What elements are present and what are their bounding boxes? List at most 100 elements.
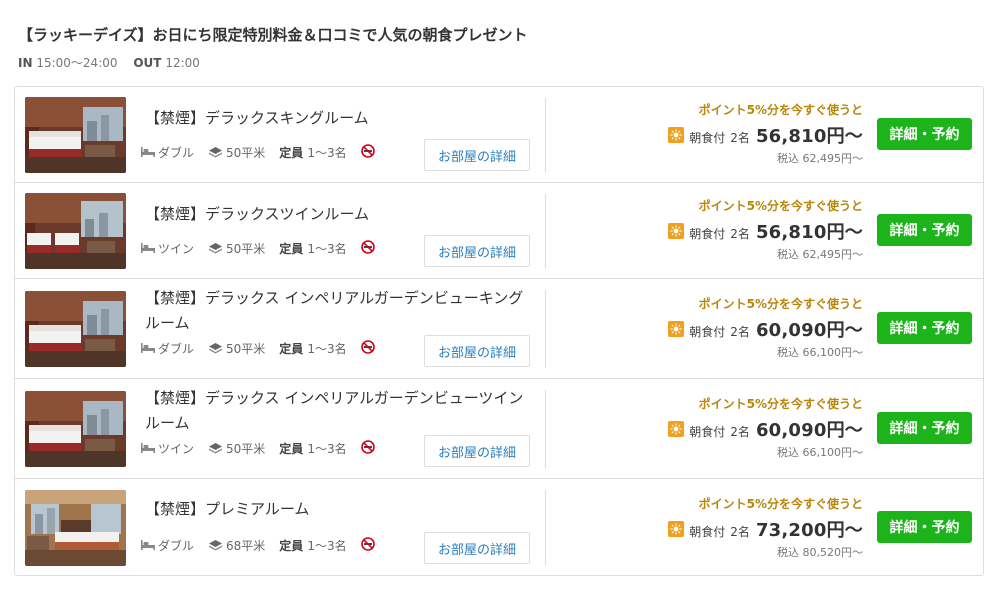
bed-type: ダブル	[158, 341, 195, 356]
checkout-label: OUT	[133, 56, 162, 70]
price-box: ポイント5%分を今すぐ使うと 朝食付 2名 56,810円〜 税込 62,495…	[563, 102, 863, 166]
divider	[545, 194, 546, 268]
checkin-label: IN	[18, 56, 33, 70]
room-name[interactable]: 【禁煙】デラックスキングルーム	[145, 106, 535, 131]
room-area: 50平米	[226, 441, 266, 456]
capacity-value: 1〜3名	[307, 441, 347, 456]
floor-area-icon	[209, 540, 223, 551]
room-name[interactable]: 【禁煙】デラックス インペリアルガーデンビューツインルーム	[145, 386, 535, 436]
room-photo[interactable]	[25, 97, 126, 173]
room-row: 【禁煙】プレミアルーム ダブル 68平米 定員 1〜3名 お部屋の詳細 ポイント5…	[15, 479, 983, 576]
price: 73,200円〜	[755, 520, 863, 541]
price-with-tax: 税込 66,100円〜	[777, 446, 863, 459]
price: 60,090円〜	[755, 420, 863, 441]
bed-icon	[141, 443, 155, 453]
room-detail-button[interactable]: お部屋の詳細	[424, 235, 530, 267]
capacity-value: 1〜3名	[307, 341, 347, 356]
room-area: 50平米	[226, 241, 266, 256]
points-promo-text: ポイント5%分を今すぐ使うと	[698, 199, 863, 213]
bed-type: ツイン	[158, 441, 195, 456]
room-list: 【禁煙】デラックスキングルーム ダブル 50平米 定員 1〜3名 お部屋の詳細 ポ…	[14, 86, 984, 576]
room-photo[interactable]	[25, 391, 126, 467]
points-promo-text: ポイント5%分を今すぐ使うと	[698, 397, 863, 411]
capacity-value: 1〜3名	[307, 145, 347, 160]
persons: 2名	[730, 325, 750, 339]
points-promo-text: ポイント5%分を今すぐ使うと	[698, 103, 863, 117]
room-row: 【禁煙】デラックス インペリアルガーデンビューツインルーム ツイン 50平米 定…	[15, 379, 983, 479]
capacity-label: 定員	[279, 441, 304, 456]
bed-type: ツイン	[158, 241, 195, 256]
price-with-tax: 税込 66,100円〜	[777, 346, 863, 359]
price: 56,810円〜	[755, 126, 863, 147]
divider	[545, 490, 546, 565]
book-button[interactable]: 詳細・予約	[877, 118, 972, 150]
checkin-times: IN 15:00〜24:00 OUT 12:00	[18, 54, 200, 71]
points-promo-text: ポイント5%分を今すぐ使うと	[698, 297, 863, 311]
room-detail-button[interactable]: お部屋の詳細	[424, 139, 530, 171]
floor-area-icon	[209, 443, 223, 454]
meal-plan: 朝食付	[689, 525, 726, 539]
room-detail-button[interactable]: お部屋の詳細	[424, 532, 530, 564]
book-button[interactable]: 詳細・予約	[877, 412, 972, 444]
book-button[interactable]: 詳細・予約	[877, 511, 972, 543]
divider	[545, 98, 546, 172]
room-specs: ダブル 68平米 定員 1〜3名	[141, 536, 375, 554]
room-name[interactable]: 【禁煙】プレミアルーム	[145, 497, 535, 522]
bed-icon	[141, 343, 155, 353]
room-row: 【禁煙】デラックスツインルーム ツイン 50平米 定員 1〜3名 お部屋の詳細 ポ…	[15, 183, 983, 279]
no-smoking-icon	[360, 239, 375, 257]
room-area: 50平米	[226, 145, 266, 160]
divider	[545, 290, 546, 368]
floor-area-icon	[209, 343, 223, 354]
room-detail-button[interactable]: お部屋の詳細	[424, 335, 530, 367]
room-photo[interactable]	[25, 291, 126, 367]
no-smoking-icon	[360, 339, 375, 357]
room-specs: ダブル 50平米 定員 1〜3名	[141, 339, 375, 357]
room-row: 【禁煙】デラックス インペリアルガーデンビューキングルーム ダブル 50平米 定…	[15, 279, 983, 379]
persons: 2名	[730, 425, 750, 439]
room-specs: ツイン 50平米 定員 1〜3名	[141, 439, 375, 457]
price-box: ポイント5%分を今すぐ使うと 朝食付 2名 73,200円〜 税込 80,520…	[563, 496, 863, 560]
bed-type: ダブル	[158, 145, 195, 160]
room-name[interactable]: 【禁煙】デラックスツインルーム	[145, 202, 535, 227]
persons: 2名	[730, 227, 750, 241]
price-box: ポイント5%分を今すぐ使うと 朝食付 2名 56,810円〜 税込 62,495…	[563, 198, 863, 262]
breakfast-icon	[668, 127, 685, 143]
no-smoking-icon	[360, 143, 375, 161]
meal-plan: 朝食付	[689, 227, 726, 241]
no-smoking-icon	[360, 439, 375, 457]
price-with-tax: 税込 62,495円〜	[777, 152, 863, 165]
checkout-time: 12:00	[165, 56, 200, 70]
breakfast-icon	[668, 223, 685, 239]
meal-plan: 朝食付	[689, 325, 726, 339]
capacity-value: 1〜3名	[307, 241, 347, 256]
room-area: 50平米	[226, 341, 266, 356]
floor-area-icon	[209, 243, 223, 254]
bed-type: ダブル	[158, 538, 195, 553]
room-area: 68平米	[226, 538, 266, 553]
floor-area-icon	[209, 147, 223, 158]
persons: 2名	[730, 131, 750, 145]
bed-icon	[141, 147, 155, 157]
room-specs: ツイン 50平米 定員 1〜3名	[141, 239, 375, 257]
room-name[interactable]: 【禁煙】デラックス インペリアルガーデンビューキングルーム	[145, 286, 535, 336]
price-with-tax: 税込 62,495円〜	[777, 248, 863, 261]
book-button[interactable]: 詳細・予約	[877, 214, 972, 246]
points-promo-text: ポイント5%分を今すぐ使うと	[698, 497, 863, 511]
price-with-tax: 税込 80,520円〜	[777, 546, 863, 559]
room-specs: ダブル 50平米 定員 1〜3名	[141, 143, 375, 161]
book-button[interactable]: 詳細・予約	[877, 312, 972, 344]
breakfast-icon	[668, 521, 685, 537]
meal-plan: 朝食付	[689, 425, 726, 439]
capacity-label: 定員	[279, 241, 304, 256]
room-detail-button[interactable]: お部屋の詳細	[424, 435, 530, 467]
capacity-label: 定員	[279, 145, 304, 160]
persons: 2名	[730, 525, 750, 539]
no-smoking-icon	[360, 536, 375, 554]
room-photo[interactable]	[25, 193, 126, 269]
price: 56,810円〜	[755, 222, 863, 243]
breakfast-icon	[668, 421, 685, 437]
checkin-time: 15:00〜24:00	[36, 56, 118, 70]
room-photo[interactable]	[25, 490, 126, 566]
capacity-label: 定員	[279, 341, 304, 356]
